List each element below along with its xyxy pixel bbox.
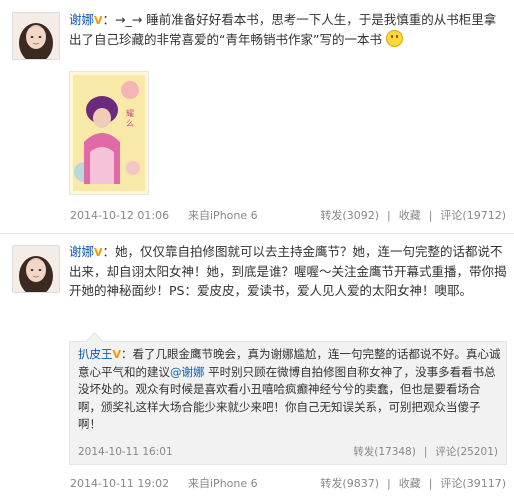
avatar[interactable] <box>12 12 60 60</box>
quoted-comment-button[interactable]: 评论(25201) <box>435 446 498 458</box>
quoted-repost-button[interactable]: 转发(17348) <box>353 446 416 458</box>
avatar[interactable] <box>12 245 60 293</box>
book-cover-image[interactable]: 耀 么 <box>70 72 148 194</box>
post-body: →_→ 睡前准备好好看本书，思考一下人生，于是我慎重的从书柜里拿出了自己珍藏的非… <box>69 12 497 47</box>
verified-badge-icon: V <box>94 14 103 27</box>
colon: ： <box>121 347 133 361</box>
post-meta: 2014-10-11 19:02 来自iPhone 6 转发(9837) | 收藏 |… <box>70 475 510 493</box>
post-text: 谢娜V：她，仅仅靠自拍修图就可以去主持金鹰节？她，连一句完整的话都说不出来，却自… <box>69 242 507 300</box>
repost-button[interactable]: 转发(9837) <box>320 477 379 490</box>
mention-link[interactable]: @谢娜 <box>170 365 205 379</box>
repost-button[interactable]: 转发(3092) <box>320 209 379 222</box>
username-link[interactable]: 谢娜 <box>69 12 94 27</box>
svg-text:耀: 耀 <box>126 109 134 118</box>
verified-badge-icon: V <box>112 348 122 361</box>
quoted-time[interactable]: 2014-10-11 16:01 <box>78 446 173 458</box>
quoted-actions: 转发(17348) | 评论(25201) <box>353 446 498 458</box>
favorite-button[interactable]: 收藏 <box>399 477 421 490</box>
smile-emoji-icon <box>385 30 403 47</box>
post-meta: 2014-10-12 01:06 来自iPhone 6 转发(3092) | 收藏 |… <box>70 207 510 225</box>
comment-button[interactable]: 评论(39117) <box>440 477 506 490</box>
post-source[interactable]: 来自iPhone 6 <box>188 207 258 225</box>
post-source[interactable]: 来自iPhone 6 <box>188 475 258 493</box>
colon: ： <box>102 244 116 259</box>
svg-text:么: 么 <box>126 119 134 128</box>
favorite-button[interactable]: 收藏 <box>399 209 421 222</box>
divider <box>0 233 514 234</box>
comment-button[interactable]: 评论(19712) <box>440 209 506 222</box>
quoted-username-link[interactable]: 扒皮王 <box>78 347 113 361</box>
post-actions: 转发(9837) | 收藏 | 评论(39117) <box>320 477 506 490</box>
username-link[interactable]: 谢娜 <box>69 244 94 259</box>
quoted-meta: 2014-10-11 16:01 转发(17348) | 评论(25201) <box>78 444 502 460</box>
verified-badge-icon: V <box>94 246 103 259</box>
quoted-post[interactable]: 扒皮王V：看了几眼金鹰节晚会，真为谢娜尴尬，连一句完整的话都说不好。真心诚意心平… <box>69 341 507 465</box>
quoted-text: 扒皮王V：看了几眼金鹰节晚会，真为谢娜尴尬，连一句完整的话都说不好。真心诚意心平… <box>78 346 502 434</box>
post-text: 谢娜V：→_→ 睡前准备好好看本书，思考一下人生，于是我慎重的从书柜里拿出了自己… <box>69 10 507 49</box>
post-time[interactable]: 2014-10-12 01:06 <box>70 207 169 225</box>
colon: ： <box>102 12 116 27</box>
post-actions: 转发(3092) | 收藏 | 评论(19712) <box>320 209 506 222</box>
post-body: 她，仅仅靠自拍修图就可以去主持金鹰节？她，连一句完整的话都说不出来，却自诩太阳女… <box>69 244 507 298</box>
post-time[interactable]: 2014-10-11 19:02 <box>70 475 169 493</box>
